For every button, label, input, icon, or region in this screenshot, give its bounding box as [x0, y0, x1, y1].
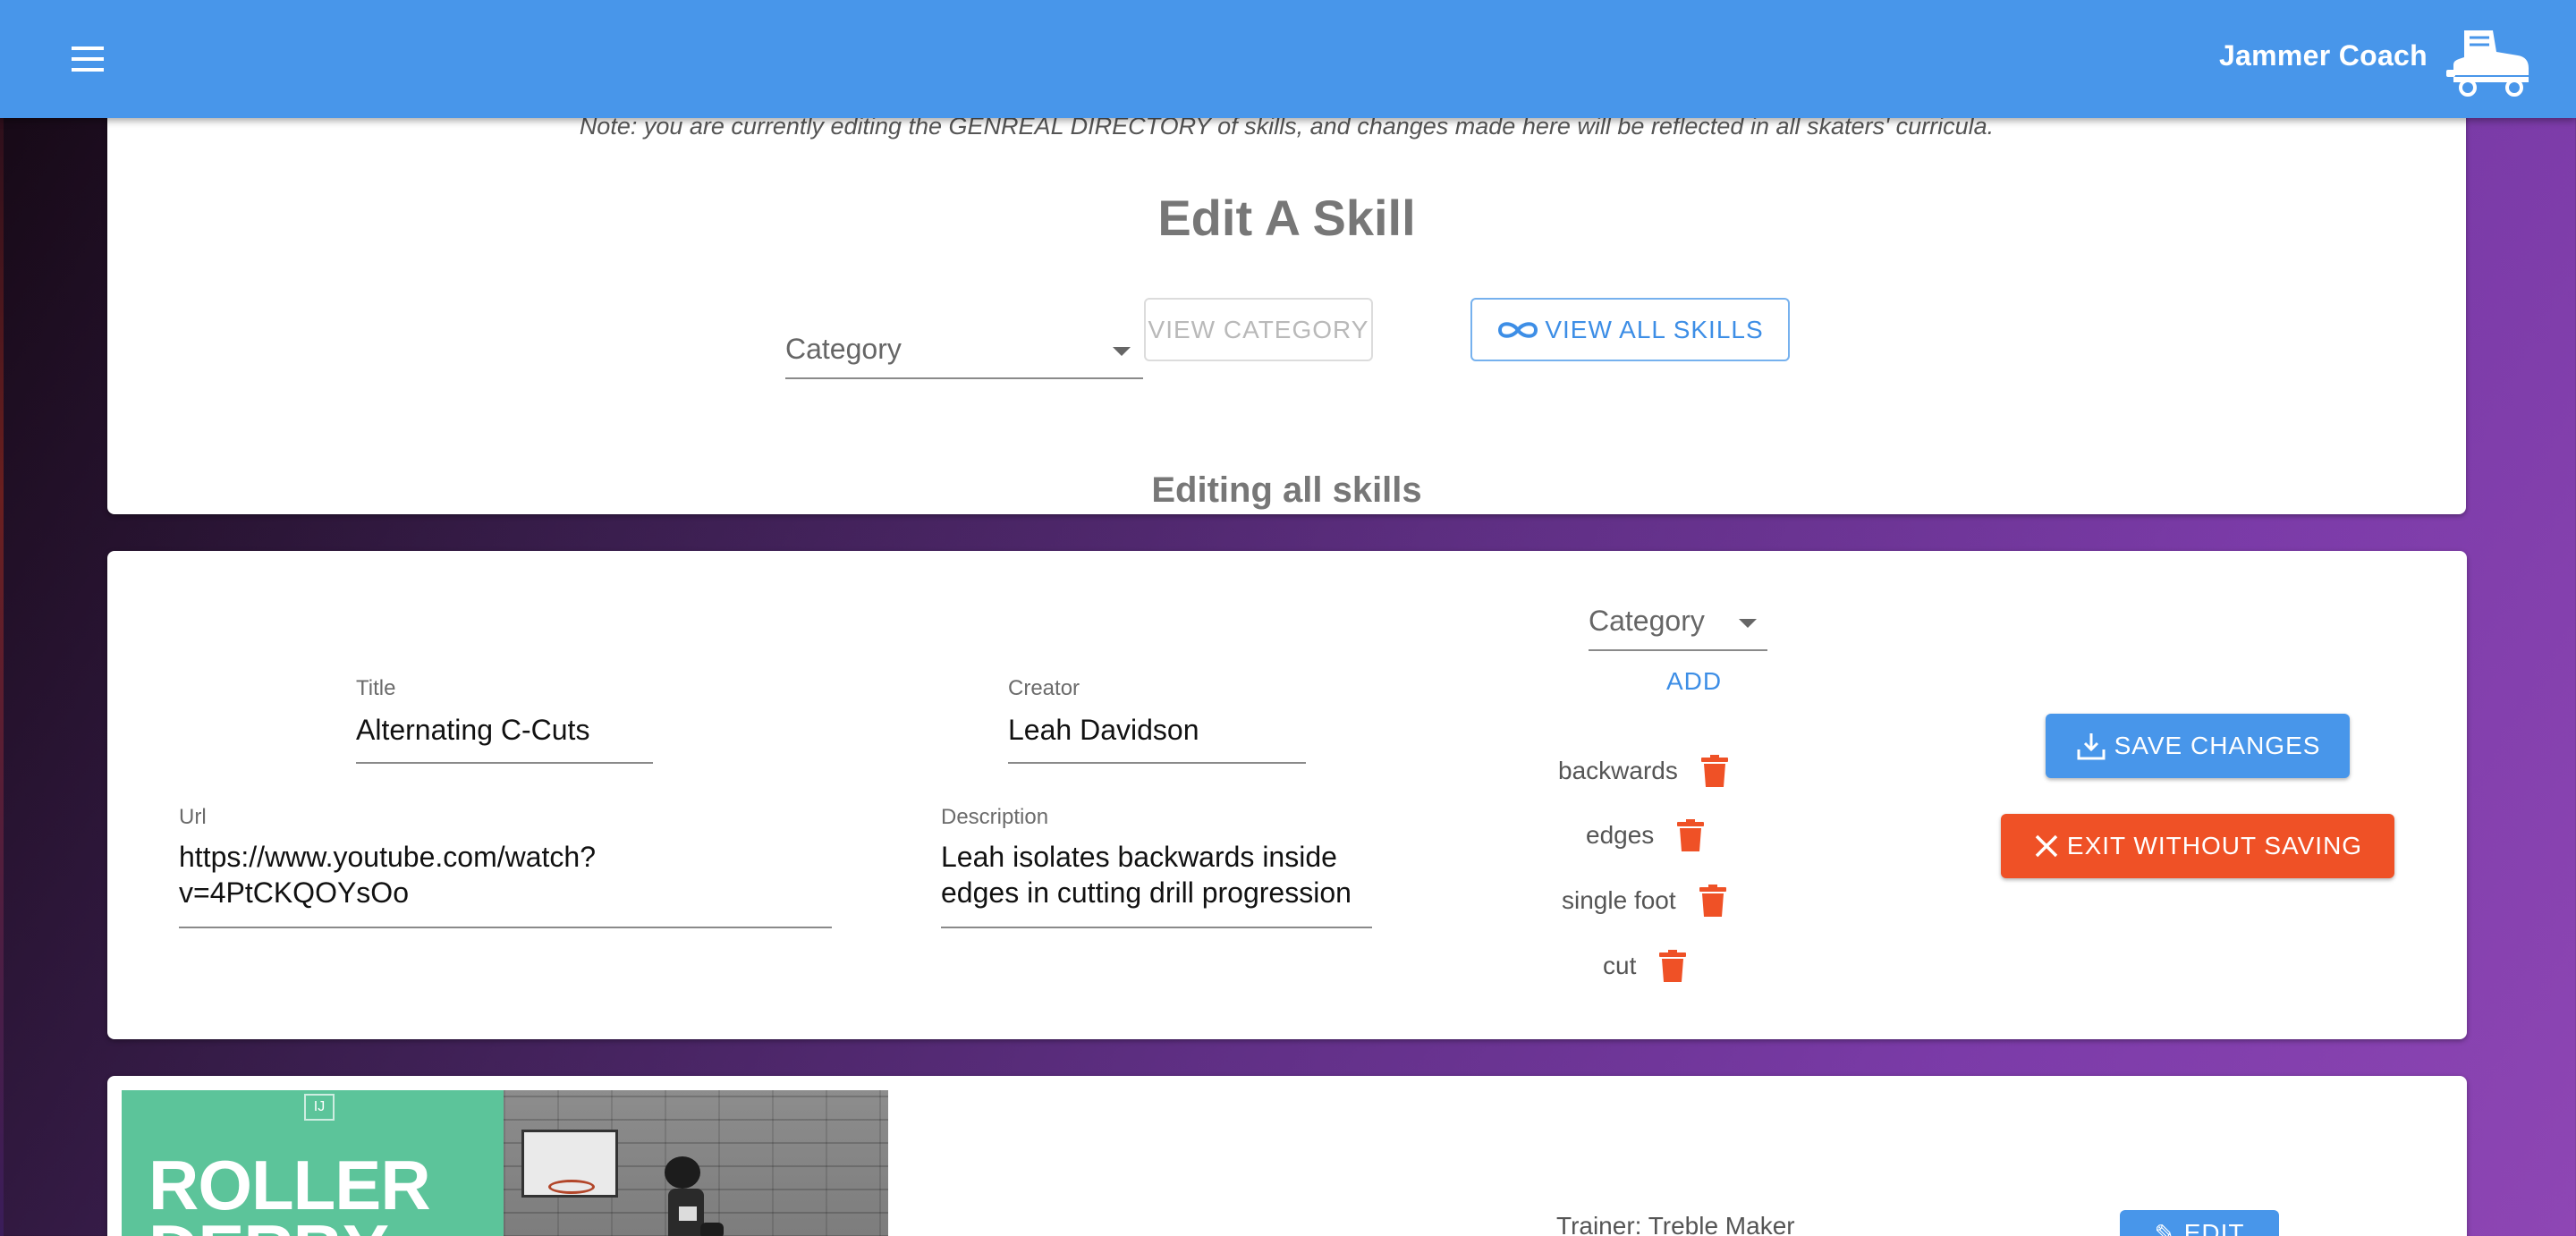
- hoop-rim: [548, 1180, 595, 1194]
- description-field[interactable]: Description Leah isolates backwards insi…: [941, 805, 1372, 928]
- trash-icon[interactable]: [1659, 950, 1687, 982]
- chevron-down-icon: [1739, 619, 1757, 628]
- description-line1: Leah isolates backwards inside: [941, 841, 1337, 873]
- tag-item: single foot: [1562, 879, 1726, 922]
- tag-category-label: Category: [1589, 605, 1705, 637]
- title-field[interactable]: Title Alternating C-Cuts: [356, 676, 653, 764]
- thumbnail-title: ROLLER DERBY: [148, 1146, 431, 1236]
- url-value: https://www.youtube.com/watch? v=4PtCKQO…: [179, 839, 596, 910]
- edit-skill-header-card: Note: you are currently editing the GENR…: [107, 63, 2466, 514]
- category-select-label: Category: [785, 333, 902, 365]
- title-value: Alternating C-Cuts: [356, 714, 590, 746]
- trainer-label: Trainer: Treble Maker: [1556, 1212, 1795, 1236]
- save-changes-button[interactable]: SAVE CHANGES: [2046, 714, 2350, 778]
- url-value-line2: v=4PtCKQOYsOo: [179, 876, 409, 909]
- thumbnail-photo: [504, 1090, 888, 1236]
- editing-status: Editing all skills: [1151, 470, 1422, 510]
- view-all-skills-button[interactable]: VIEW ALL SKILLS: [1470, 298, 1790, 361]
- skater-figure: [665, 1156, 724, 1236]
- edit-skill-button[interactable]: ✎ EDIT: [2120, 1210, 2279, 1236]
- app-bar: Jammer Coach: [0, 0, 2576, 118]
- chevron-down-icon: [1113, 347, 1131, 356]
- url-value-line1: https://www.youtube.com/watch?: [179, 841, 596, 873]
- url-field[interactable]: Url https://www.youtube.com/watch? v=4Pt…: [179, 805, 832, 928]
- exit-without-saving-button[interactable]: EXIT WITHOUT SAVING: [2001, 814, 2394, 878]
- view-category-button[interactable]: VIEW CATEGORY: [1144, 298, 1373, 361]
- tag-name: edges: [1586, 821, 1655, 849]
- creator-label: Creator: [1008, 676, 1080, 700]
- url-label: Url: [179, 805, 207, 829]
- skill-edit-card: Title Alternating C-Cuts Creator Leah Da…: [107, 551, 2467, 1039]
- save-changes-label: SAVE CHANGES: [2114, 732, 2321, 759]
- edit-label: EDIT: [2183, 1219, 2245, 1236]
- app-title: Jammer Coach: [2218, 39, 2428, 72]
- infinity-icon: [1498, 321, 1538, 338]
- video-thumbnail[interactable]: IJ ROLLER DERBY: [122, 1090, 504, 1236]
- close-icon: [2035, 834, 2058, 858]
- tag-item: backwards: [1558, 749, 1728, 792]
- description-label: Description: [941, 805, 1049, 829]
- tag-category-select[interactable]: Category: [1589, 590, 1767, 651]
- creator-value: Leah Davidson: [1008, 714, 1199, 746]
- page-title: Edit A Skill: [1157, 190, 1416, 246]
- tag-name: cut: [1603, 952, 1637, 979]
- view-category-label: VIEW CATEGORY: [1148, 315, 1369, 343]
- roller-skate-icon: [2446, 30, 2529, 97]
- skill-preview-card: IJ ROLLER DERBY Trainer: Treble Maker ✎ …: [107, 1076, 2467, 1236]
- view-all-skills-label: VIEW ALL SKILLS: [1545, 315, 1764, 343]
- tag-name: backwards: [1558, 757, 1678, 784]
- menu-icon: [72, 47, 104, 72]
- exit-without-saving-label: EXIT WITHOUT SAVING: [2066, 832, 2363, 859]
- description-value: Leah isolates backwards inside edges in …: [941, 839, 1352, 910]
- tag-name: single foot: [1562, 886, 1676, 914]
- download-icon: [2077, 733, 2106, 760]
- menu-button[interactable]: [55, 32, 120, 86]
- tag-item: cut: [1603, 944, 1687, 987]
- window-edge: [0, 0, 4, 1236]
- channel-badge-icon: IJ: [304, 1094, 335, 1121]
- pencil-icon: ✎: [2154, 1220, 2184, 1236]
- trash-icon[interactable]: [1677, 819, 1705, 851]
- category-select[interactable]: Category: [785, 320, 1143, 379]
- description-line2: edges in cutting drill progression: [941, 876, 1352, 909]
- trash-icon[interactable]: [1699, 885, 1726, 917]
- creator-field[interactable]: Creator Leah Davidson: [1008, 676, 1306, 764]
- add-tag-button[interactable]: ADD: [1651, 667, 1737, 696]
- trash-icon[interactable]: [1700, 755, 1728, 787]
- title-label: Title: [356, 676, 396, 700]
- tag-item: edges: [1586, 814, 1705, 857]
